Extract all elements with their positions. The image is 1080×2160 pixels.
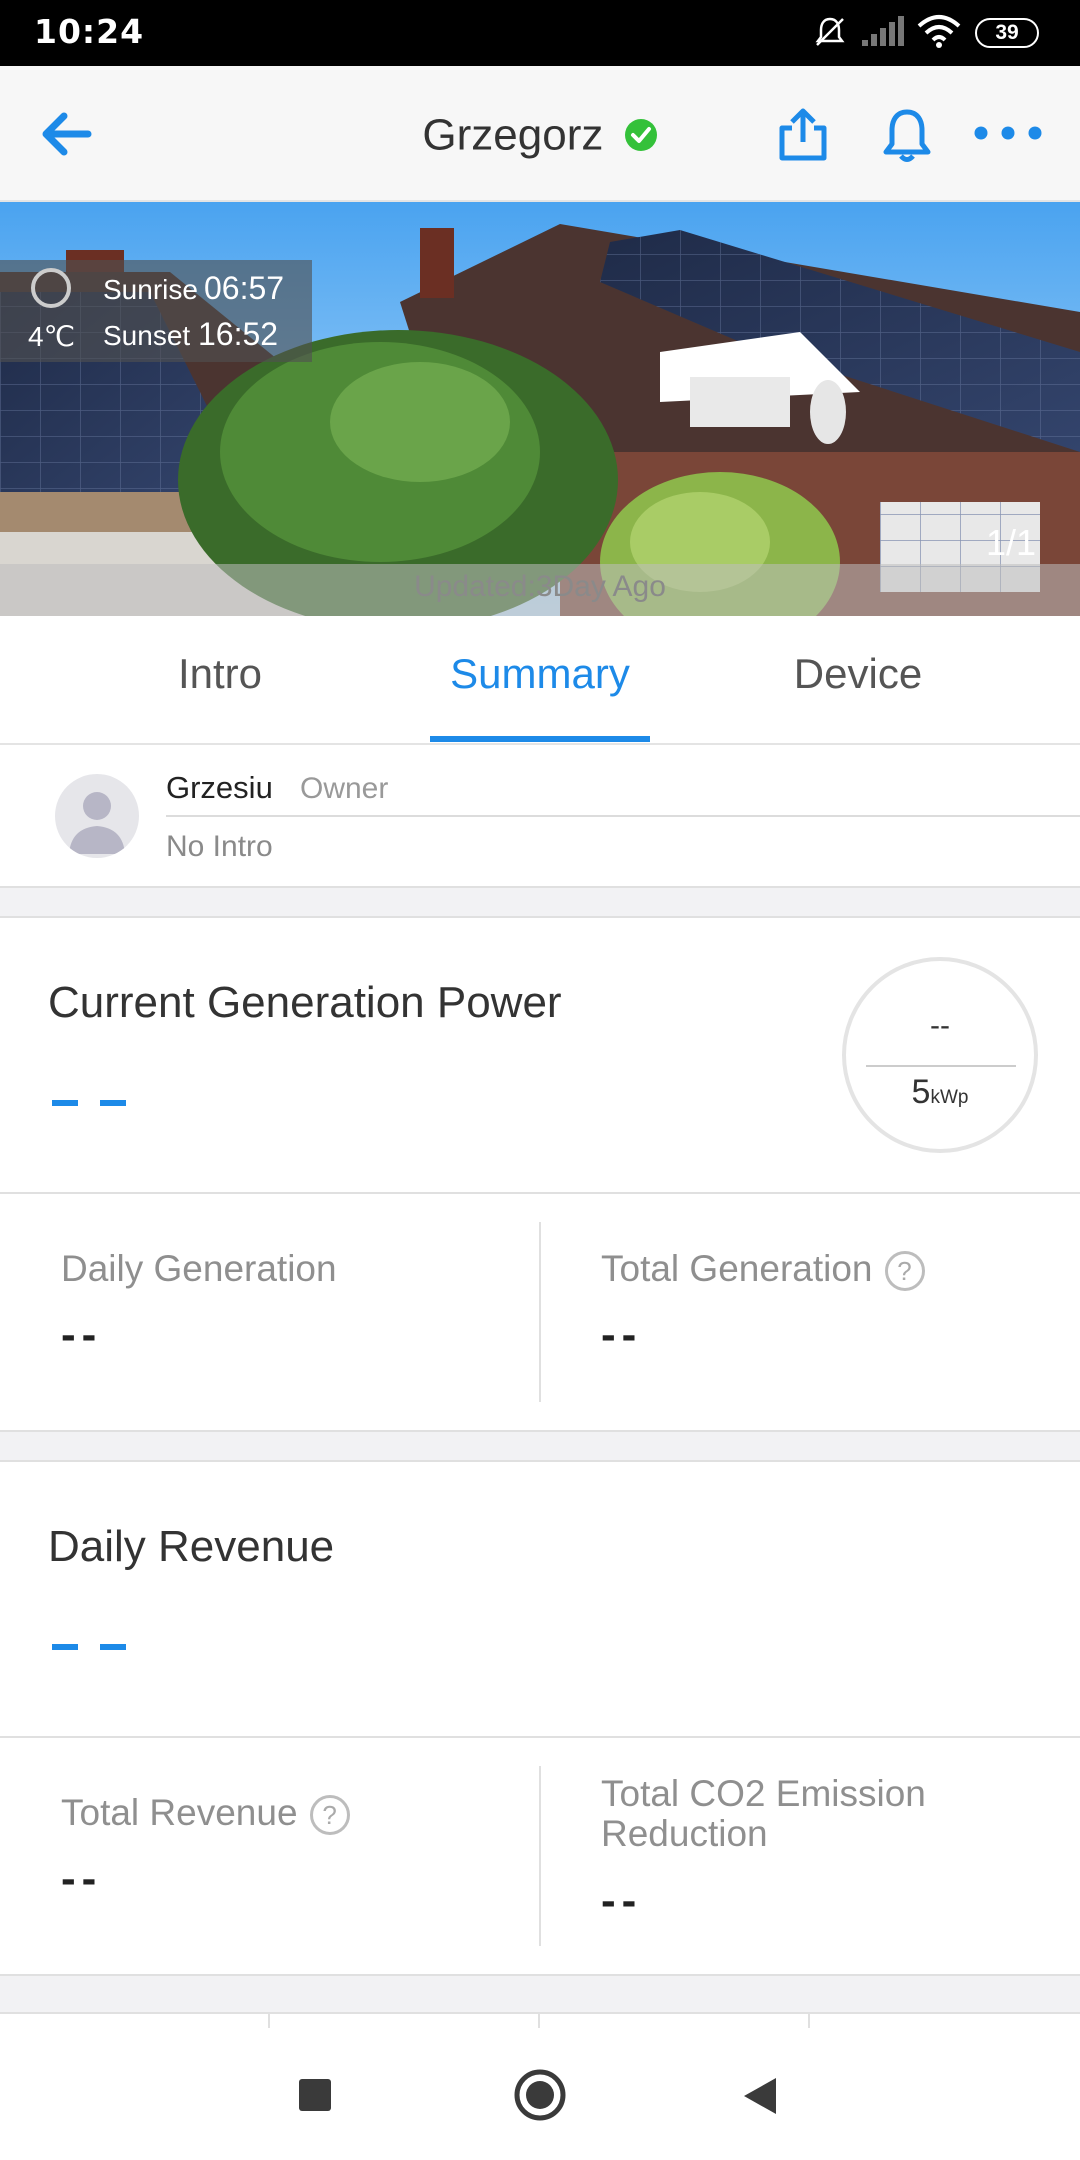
user-silhouette-icon [69,792,125,854]
total-revenue-value: -- [61,1854,103,1903]
vertical-divider [539,1222,541,1402]
active-tab-indicator [430,736,650,742]
tabs-divider [0,743,1080,745]
daily-generation-value: -- [61,1310,103,1359]
owner-avatar[interactable] [55,774,139,858]
wifi-icon [917,15,961,48]
sunrise-label: Sunrise [103,274,198,305]
gauge-value: -- [930,1009,950,1042]
owner-name: Grzesiu [166,770,273,805]
tab-intro[interactable]: Intro [60,650,380,698]
current-generation-dash-2 [100,1100,126,1106]
divider [0,1736,1080,1738]
gauge-divider [866,1065,1016,1067]
signal-icon [862,16,904,46]
section-gap [0,1974,1080,2014]
capacity-value: 5 [911,1073,931,1111]
owner-intro: No Intro [166,830,273,863]
more-icon[interactable] [972,124,1044,142]
system-nav-bar [0,2028,1080,2160]
sunset-label: Sunset [103,320,191,351]
owner-role: Owner [300,772,389,805]
total-revenue-label: Total Revenue? [61,1792,350,1836]
current-generation-dash-1 [52,1100,78,1106]
owner-divider [166,815,1080,817]
status-bar: 10:24 39 [0,0,1080,66]
battery-icon: 39 [975,18,1039,48]
weather-panel: 4℃ Sunrise 06:57 Sunset 16:52 [0,260,312,362]
total-revenue-text: Total Revenue [61,1792,298,1833]
capacity-unit: kWp [930,1087,969,1108]
section-gap [0,886,1080,918]
photo-page-count: 1/1 [985,522,1036,563]
help-icon[interactable]: ? [309,1795,350,1836]
co2-reduction-value: -- [601,1876,643,1925]
verified-check-icon [624,119,657,152]
tab-device[interactable]: Device [698,650,1018,698]
help-icon[interactable]: ? [884,1251,925,1292]
sunrise-time: 06:57 [204,270,285,306]
plant-photo-banner[interactable]: 4℃ Sunrise 06:57 Sunset 16:52 Updated:3D… [0,202,1080,616]
status-time: 10:24 [34,12,145,51]
recent-apps-icon[interactable] [298,2078,332,2112]
section-gap [0,1430,1080,1462]
updated-text: Updated:3Day Ago [414,570,666,603]
share-icon[interactable] [776,106,830,162]
current-generation-label: Current Generation Power [48,978,562,1027]
back-nav-icon[interactable] [742,2076,778,2116]
daily-revenue-label: Daily Revenue [48,1522,335,1571]
cloud-icon [31,268,71,308]
gauge-capacity: 5kWp [846,1073,1034,1112]
total-generation-label: Total Generation? [601,1248,925,1292]
total-generation-value: -- [601,1310,643,1359]
capacity-gauge: -- 5kWp [842,957,1038,1153]
co2-reduction-label: Total CO2 Emission Reduction [601,1774,926,1854]
tab-summary[interactable]: Summary [380,650,700,698]
daily-revenue-dash-1 [52,1644,78,1650]
co2-label-line1: Total CO2 Emission [601,1773,926,1814]
mute-icon [815,17,845,46]
co2-label-line2: Reduction [601,1813,768,1854]
total-generation-text: Total Generation [601,1248,873,1289]
bell-icon[interactable] [880,106,934,164]
daily-revenue-dash-2 [100,1644,126,1650]
sunset-time: 16:52 [198,316,279,352]
plant-name: Grzegorz [422,110,604,160]
vertical-divider [539,1766,541,1946]
divider [0,1192,1080,1194]
app-header: Grzegorz [0,66,1080,202]
home-icon[interactable] [513,2068,567,2122]
daily-generation-label: Daily Generation [61,1248,337,1289]
temperature: 4℃ [28,321,76,352]
